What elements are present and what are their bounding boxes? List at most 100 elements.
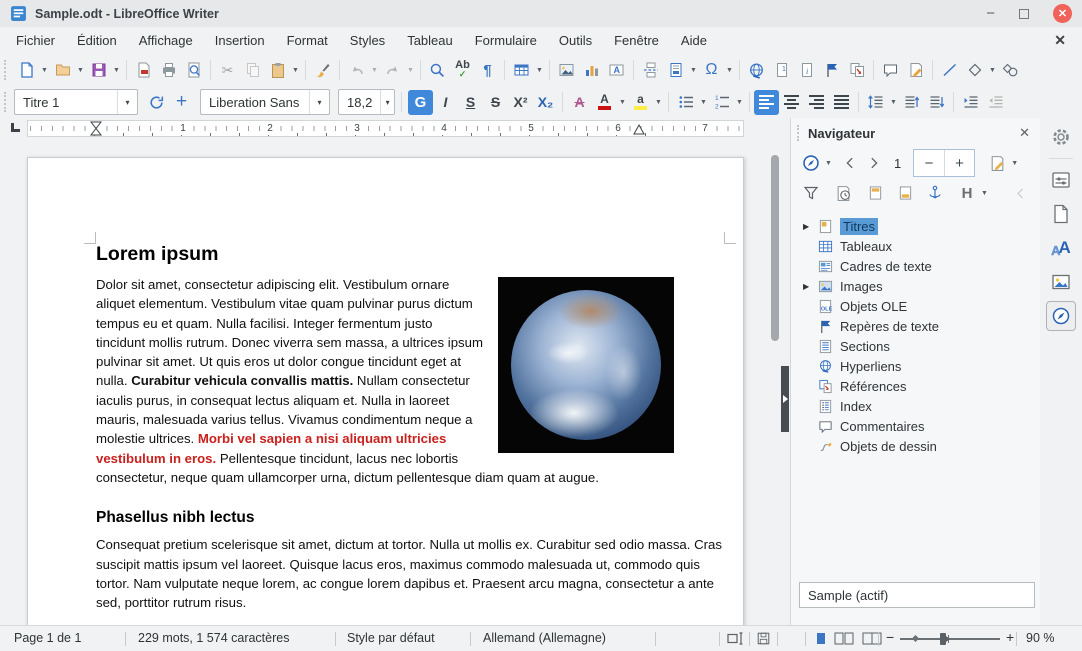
book-view-icon[interactable] bbox=[862, 632, 882, 645]
insert-table-icon[interactable] bbox=[509, 57, 534, 83]
page-number-value[interactable]: 1 bbox=[894, 156, 901, 171]
insert-comment-icon[interactable] bbox=[878, 57, 903, 83]
find-replace-icon[interactable] bbox=[425, 57, 450, 83]
increase-indent-icon[interactable] bbox=[958, 89, 983, 115]
heading-levels-dropdown[interactable]: ▼ bbox=[979, 180, 990, 206]
zoom-in-button[interactable]: + bbox=[1006, 629, 1014, 645]
numbered-list-dropdown[interactable]: ▼ bbox=[734, 89, 745, 115]
right-margin-marker[interactable] bbox=[633, 124, 645, 135]
sidebar-settings-icon[interactable] bbox=[1046, 122, 1076, 152]
minimize-button[interactable]: − bbox=[986, 6, 995, 21]
special-character-dropdown[interactable]: ▼ bbox=[724, 57, 735, 83]
scrollbar-thumb[interactable] bbox=[771, 155, 779, 341]
bullet-list-dropdown[interactable]: ▼ bbox=[698, 89, 709, 115]
draw-functions-icon[interactable] bbox=[998, 57, 1023, 83]
line-spacing-icon[interactable] bbox=[863, 89, 888, 115]
italic-button[interactable]: I bbox=[433, 89, 458, 115]
toolbar-grip[interactable] bbox=[4, 92, 9, 112]
tab-page-icon[interactable] bbox=[1046, 199, 1076, 229]
font-size-combo[interactable]: 18,2 ▾ bbox=[338, 89, 395, 115]
undo-icon[interactable] bbox=[344, 57, 369, 83]
insert-image-icon[interactable] bbox=[554, 57, 579, 83]
vertical-scrollbar[interactable] bbox=[770, 140, 781, 625]
insert-line-icon[interactable] bbox=[937, 57, 962, 83]
export-pdf-icon[interactable] bbox=[131, 57, 156, 83]
language-status[interactable]: Allemand (Allemagne) bbox=[483, 631, 606, 645]
previous-icon[interactable] bbox=[838, 151, 862, 175]
anchor-icon[interactable] bbox=[923, 181, 947, 205]
tree-item-cadres-de-texte[interactable]: Cadres de texte bbox=[791, 256, 1040, 276]
tree-item-references[interactable]: Références bbox=[791, 376, 1040, 396]
insert-field-dropdown[interactable]: ▼ bbox=[688, 57, 699, 83]
close-document-icon[interactable]: ✕ bbox=[1054, 32, 1066, 49]
document-heading-1[interactable]: Lorem ipsum bbox=[96, 242, 724, 266]
restore-button[interactable] bbox=[1019, 8, 1029, 19]
insert-text-box-icon[interactable]: A bbox=[604, 57, 629, 83]
menu-edition[interactable]: Édition bbox=[66, 29, 128, 52]
insert-hyperlink-icon[interactable] bbox=[744, 57, 769, 83]
menu-outils[interactable]: Outils bbox=[548, 29, 603, 52]
font-size-dropdown[interactable]: ▾ bbox=[380, 90, 394, 114]
set-reminder-icon[interactable] bbox=[831, 181, 855, 205]
line-spacing-dropdown[interactable]: ▼ bbox=[888, 89, 899, 115]
close-button[interactable]: ✕ bbox=[1053, 4, 1072, 23]
header-icon[interactable] bbox=[863, 181, 887, 205]
print-preview-icon[interactable] bbox=[181, 57, 206, 83]
zoom-out-button[interactable]: − bbox=[886, 629, 894, 645]
numbered-list-icon[interactable]: 12 bbox=[709, 89, 734, 115]
underline-button[interactable]: S bbox=[458, 89, 483, 115]
insert-table-dropdown[interactable]: ▼ bbox=[534, 57, 545, 83]
document-workspace[interactable]: Lorem ipsum Dolor sit amet, consectetur … bbox=[0, 140, 770, 625]
word-count-status[interactable]: 229 mots, 1 574 caractères bbox=[138, 631, 289, 645]
highlight-color-dropdown[interactable]: ▼ bbox=[653, 89, 664, 115]
insert-mode-icon[interactable] bbox=[727, 632, 744, 645]
menu-aide[interactable]: Aide bbox=[670, 29, 718, 52]
special-character-icon[interactable]: Ω bbox=[699, 57, 724, 83]
tree-item-hyperliens[interactable]: Hyperliens bbox=[791, 356, 1040, 376]
tree-item-index[interactable]: Index bbox=[791, 396, 1040, 416]
font-color-button[interactable]: A bbox=[592, 89, 617, 115]
heading-levels-icon[interactable]: H bbox=[955, 181, 979, 205]
panel-grip[interactable] bbox=[797, 125, 802, 141]
tab-gallery-icon[interactable] bbox=[1046, 267, 1076, 297]
paragraph-style-dropdown[interactable]: ▾ bbox=[117, 90, 137, 114]
page-break-icon[interactable] bbox=[638, 57, 663, 83]
open-file-dropdown[interactable]: ▼ bbox=[75, 57, 86, 83]
tree-item-reperes-de-texte[interactable]: Repères de texte bbox=[791, 316, 1040, 336]
navigator-close-icon[interactable]: ✕ bbox=[1019, 125, 1030, 141]
redo-icon[interactable] bbox=[380, 57, 405, 83]
paragraph-style-combo[interactable]: Titre 1 ▾ bbox=[14, 89, 138, 115]
page-style-status[interactable]: Style par défaut bbox=[347, 631, 435, 645]
insert-field-icon[interactable] bbox=[663, 57, 688, 83]
tree-item-sections[interactable]: Sections bbox=[791, 336, 1040, 356]
horizontal-ruler[interactable]: 1 2 3 4 5 6 7 bbox=[27, 120, 744, 137]
page-count-status[interactable]: Page 1 de 1 bbox=[14, 631, 81, 645]
expander-icon[interactable]: ▶ bbox=[803, 282, 817, 291]
save-dropdown[interactable]: ▼ bbox=[111, 57, 122, 83]
document-paragraph-2[interactable]: Consequat pretium scelerisque sit amet, … bbox=[96, 535, 724, 612]
highlight-color-button[interactable]: a bbox=[628, 89, 653, 115]
insert-chart-icon[interactable] bbox=[579, 57, 604, 83]
menu-insertion[interactable]: Insertion bbox=[204, 29, 276, 52]
clear-formatting-icon[interactable]: A bbox=[567, 89, 592, 115]
tree-item-tableaux[interactable]: Tableaux bbox=[791, 236, 1040, 256]
page-spin-minus[interactable]: − bbox=[914, 150, 945, 176]
font-color-dropdown[interactable]: ▼ bbox=[617, 89, 628, 115]
tree-item-commentaires[interactable]: Commentaires bbox=[791, 416, 1040, 436]
open-file-icon[interactable] bbox=[50, 57, 75, 83]
tab-stop-selector[interactable] bbox=[11, 123, 20, 132]
tab-styles-icon[interactable]: AA bbox=[1046, 233, 1076, 263]
document-heading-2[interactable]: Phasellus nibh lectus bbox=[96, 508, 724, 527]
new-document-dropdown[interactable]: ▼ bbox=[39, 57, 50, 83]
bullet-list-icon[interactable] bbox=[673, 89, 698, 115]
footer-icon[interactable] bbox=[893, 181, 917, 205]
tab-navigator-icon[interactable] bbox=[1046, 301, 1076, 331]
paste-dropdown[interactable]: ▼ bbox=[290, 57, 301, 83]
track-changes-icon[interactable] bbox=[903, 57, 928, 83]
align-right-button[interactable] bbox=[804, 89, 829, 115]
new-document-icon[interactable] bbox=[14, 57, 39, 83]
menu-fenetre[interactable]: Fenêtre bbox=[603, 29, 670, 52]
redo-dropdown[interactable]: ▼ bbox=[405, 57, 416, 83]
menu-styles[interactable]: Styles bbox=[339, 29, 396, 52]
decrease-indent-icon[interactable] bbox=[983, 89, 1008, 115]
